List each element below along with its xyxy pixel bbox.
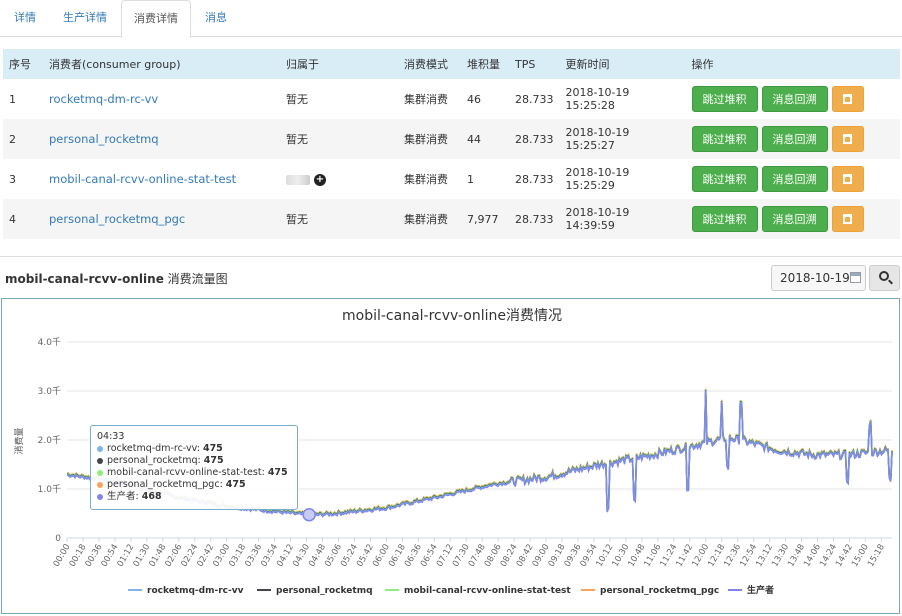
plus-circle-icon[interactable]: +: [314, 173, 326, 186]
row-owner: 暂无: [286, 133, 308, 146]
tooltip-row: personal_rocketmq_pgc: 475: [97, 479, 291, 491]
rewind-message-button[interactable]: 消息回溯: [761, 86, 828, 112]
x-tick-label: 15:18: [866, 543, 887, 569]
date-value: 2018-10-19: [780, 271, 850, 285]
skip-backlog-button[interactable]: 跳过堆积: [691, 86, 758, 112]
date-input[interactable]: 2018-10-19: [771, 265, 866, 291]
row-backlog: 7,977: [467, 212, 499, 226]
tooltip-row: 生产者: 468: [97, 491, 291, 503]
calendar-icon[interactable]: [850, 272, 861, 283]
tab-produce-details[interactable]: 生产详情: [51, 0, 119, 37]
row-update-time: 2018-10-19 15:25:28: [565, 86, 630, 112]
section-group-name: mobil-canal-rcvv-online: [5, 272, 164, 286]
rewind-message-button[interactable]: 消息回溯: [761, 206, 828, 232]
trash-icon: [843, 134, 852, 144]
legend-item[interactable]: mobil-canal-rcvv-online-stat-test: [404, 586, 571, 596]
skip-backlog-button[interactable]: 跳过堆积: [691, 126, 758, 152]
trash-icon: [843, 94, 852, 104]
tab-consume-details[interactable]: 消费详情: [121, 0, 191, 38]
row-index: 4: [9, 212, 16, 226]
skip-backlog-button[interactable]: 跳过堆积: [691, 206, 758, 232]
col-consumer-group: 消费者(consumer group): [49, 58, 181, 71]
consumer-table: 序号 消费者(consumer group) 归属于 消费模式 堆积量 TPS …: [3, 49, 900, 239]
col-update-time: 更新时间: [565, 58, 610, 71]
consumer-group-link[interactable]: rocketmq-dm-rc-vv: [49, 92, 158, 106]
row-backlog: 46: [467, 92, 481, 106]
delete-button[interactable]: [831, 126, 864, 152]
chart-title: mobil-canal-rcvv-online消费情况: [342, 308, 562, 324]
row-mode: 集群消费: [404, 213, 448, 226]
rewind-message-button[interactable]: 消息回溯: [761, 166, 828, 192]
consumer-group-link[interactable]: mobil-canal-rcvv-online-stat-test: [49, 172, 236, 186]
row-owner: 暂无: [286, 213, 308, 226]
row-update-time: 2018-10-19 15:25:29: [565, 166, 630, 192]
row-mode: 集群消费: [404, 173, 448, 186]
chart-y-label: 消费量: [13, 427, 25, 454]
col-actions: 操作: [691, 58, 714, 71]
row-index: 2: [9, 132, 16, 146]
legend-item[interactable]: personal_rocketmq_pgc: [600, 586, 719, 596]
row-index: 3: [9, 172, 16, 186]
row-tps: 28.733: [515, 132, 554, 146]
table-row: 4 personal_rocketmq_pgc 暂无 集群消费 7,977 28…: [3, 199, 900, 239]
row-mode: 集群消费: [404, 93, 448, 106]
skip-backlog-button[interactable]: 跳过堆积: [691, 166, 758, 192]
consumer-group-link[interactable]: personal_rocketmq_pgc: [49, 212, 185, 226]
hover-marker: [302, 507, 316, 522]
section-suffix: 消费流量图: [163, 272, 228, 286]
col-backlog: 堆积量: [467, 58, 500, 71]
col-owner: 归属于: [286, 58, 319, 71]
y-tick-label: 2.0千: [38, 435, 61, 446]
y-tick-label: 3.0千: [38, 386, 61, 397]
tooltip-row: rocketmq-dm-rc-vv: 475: [97, 443, 291, 455]
legend-item[interactable]: rocketmq-dm-rc-vv: [147, 586, 244, 596]
col-index: 序号: [9, 58, 31, 71]
col-tps: TPS: [515, 57, 536, 71]
legend-item[interactable]: 生产者: [747, 584, 774, 596]
y-tick-label: 0: [55, 534, 61, 544]
chart-tooltip: 04:33 rocketmq-dm-rc-vv: 475 personal_ro…: [90, 425, 298, 510]
row-owner: 暂无: [286, 93, 308, 106]
row-update-time: 2018-10-19 14:39:59: [565, 206, 630, 232]
table-row: 1 rocketmq-dm-rc-vv 暂无 集群消费 46 28.733 20…: [3, 79, 900, 119]
y-tick-label: 1.0千: [38, 484, 61, 495]
row-backlog: 1: [467, 172, 474, 186]
tooltip-time: 04:33: [97, 431, 125, 442]
table-row: 3 mobil-canal-rcvv-online-stat-test + 集群…: [3, 159, 900, 199]
row-tps: 28.733: [515, 212, 554, 226]
rewind-message-button[interactable]: 消息回溯: [761, 126, 828, 152]
col-mode: 消费模式: [404, 58, 448, 71]
consumer-group-link[interactable]: personal_rocketmq: [49, 132, 159, 146]
table-row: 2 personal_rocketmq 暂无 集群消费 44 28.733 20…: [3, 119, 900, 159]
row-update-time: 2018-10-19 15:25:27: [565, 126, 630, 152]
row-tps: 28.733: [515, 92, 554, 106]
table-header-row: 序号 消费者(consumer group) 归属于 消费模式 堆积量 TPS …: [3, 49, 900, 79]
trash-icon: [843, 174, 852, 184]
row-tps: 28.733: [515, 172, 554, 186]
delete-button[interactable]: [831, 206, 864, 232]
tooltip-row: mobil-canal-rcvv-online-stat-test: 475: [97, 467, 291, 479]
row-mode: 集群消费: [404, 133, 448, 146]
trash-icon: [843, 214, 852, 224]
y-tick-label: 4.0千: [38, 337, 61, 348]
tooltip-row: personal_rocketmq: 475: [97, 455, 291, 467]
row-backlog: 44: [467, 132, 481, 146]
section-divider: [0, 256, 902, 257]
tab-messages[interactable]: 消息: [193, 0, 239, 37]
owner-avatar-blurred: [286, 174, 310, 185]
tab-details[interactable]: 详情: [2, 0, 48, 37]
chart-section-title: mobil-canal-rcvv-online 消费流量图: [5, 270, 228, 287]
delete-button[interactable]: [831, 86, 864, 112]
search-button[interactable]: [869, 265, 900, 291]
row-owner: +: [280, 159, 398, 199]
row-index: 1: [9, 92, 16, 106]
tab-bar: 详情 生产详情 消费详情 消息: [0, 0, 902, 38]
delete-button[interactable]: [831, 166, 864, 192]
legend-item[interactable]: personal_rocketmq: [276, 586, 373, 596]
